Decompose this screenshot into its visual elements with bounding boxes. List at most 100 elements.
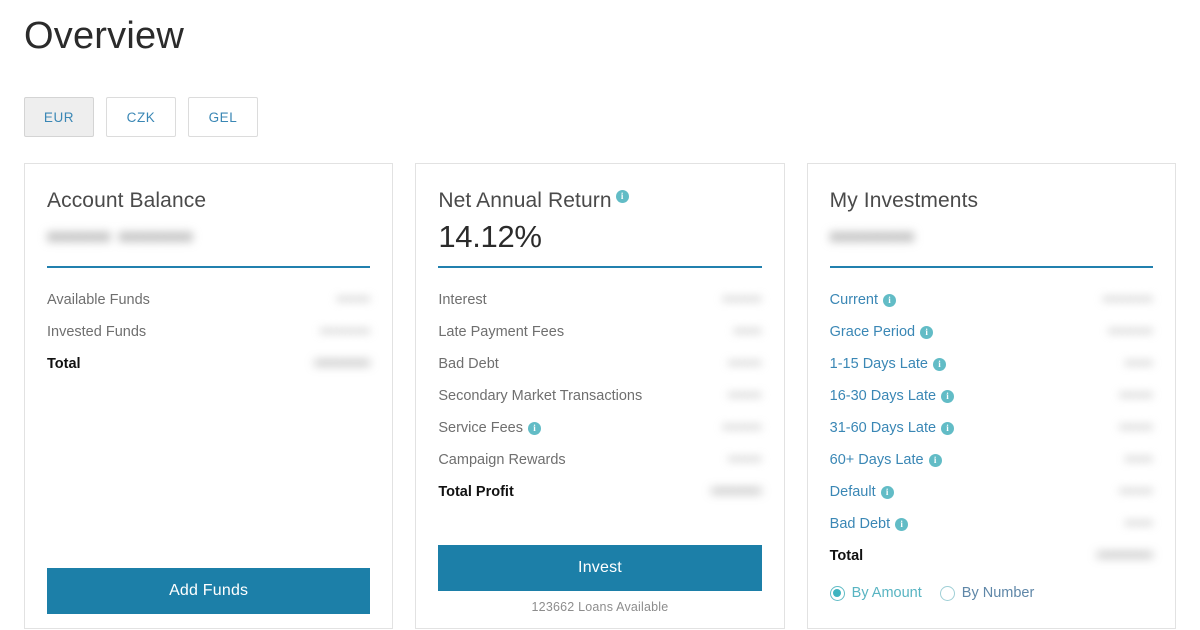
net-annual-return-rows: Interest ••••••• Late Payment Fees •••••… xyxy=(438,284,761,508)
radio-label: By Number xyxy=(961,585,1035,601)
row-label-text: 1-15 Days Late xyxy=(829,356,928,372)
radio-by-number[interactable]: By Number xyxy=(939,585,1035,601)
row-value: •••••••••• xyxy=(314,356,371,372)
info-icon[interactable]: i xyxy=(920,325,934,339)
row-value: ••••••••• xyxy=(1102,292,1153,308)
info-icon[interactable]: i xyxy=(941,389,955,403)
table-row: 16-30 Days Late i •••••• xyxy=(830,380,1153,412)
row-link-16-30-days-late[interactable]: 16-30 Days Late i xyxy=(830,388,955,404)
page-title: Overview xyxy=(24,15,184,57)
row-label-text: Current xyxy=(829,292,879,308)
info-icon[interactable]: i xyxy=(933,357,946,371)
row-link-current[interactable]: Current i xyxy=(829,292,897,308)
row-label: Interest xyxy=(438,292,487,308)
row-value: ••••••• xyxy=(722,292,762,308)
row-value: •••••••• xyxy=(1108,324,1153,340)
row-value: ••••• xyxy=(1125,516,1153,532)
info-icon[interactable]: i xyxy=(883,293,897,307)
row-value: •••••• xyxy=(1119,388,1153,404)
accent-divider xyxy=(829,266,1153,268)
card-title-text: Net Annual Return xyxy=(438,189,612,212)
row-value: ••••• xyxy=(733,324,762,340)
currency-switcher: EUR CZK GEL xyxy=(24,97,258,137)
row-label: Service Fees i xyxy=(438,420,541,436)
row-link-60-plus-days-late[interactable]: 60+ Days Late i xyxy=(830,452,942,468)
info-icon[interactable]: i xyxy=(941,421,955,435)
my-investments-rows: Current i ••••••••• Grace Period i •••••… xyxy=(830,284,1153,572)
row-value: ••••••••• xyxy=(711,484,762,500)
accent-divider xyxy=(438,266,762,268)
row-link-grace-period[interactable]: Grace Period i xyxy=(829,324,934,340)
radio-by-amount[interactable]: By Amount xyxy=(829,585,922,601)
invest-button[interactable]: Invest xyxy=(438,545,762,591)
table-row: Bad Debt •••••• xyxy=(438,348,761,380)
row-label: Available Funds xyxy=(47,292,150,308)
row-label: Bad Debt xyxy=(438,356,499,372)
row-value: •••••• xyxy=(1119,484,1153,500)
row-value: •••••• xyxy=(336,292,371,308)
row-label-text: Default xyxy=(829,484,876,500)
table-row: Campaign Rewards •••••• xyxy=(438,444,761,476)
card-account-balance: Account Balance •••••• ••••••• Available… xyxy=(24,163,394,629)
row-value: ••••• xyxy=(1125,356,1153,372)
radio-selected-icon[interactable] xyxy=(829,585,845,601)
row-label: Total Profit xyxy=(438,484,514,500)
currency-button-gel[interactable]: GEL xyxy=(188,97,258,137)
table-row: 31-60 Days Late i •••••• xyxy=(830,412,1153,444)
table-row: Interest ••••••• xyxy=(438,284,761,316)
row-link-1-15-days-late[interactable]: 1-15 Days Late i xyxy=(830,356,946,372)
card-title: Account Balance xyxy=(47,186,370,216)
row-link-bad-debt[interactable]: Bad Debt i xyxy=(830,516,909,532)
row-label: Total xyxy=(47,356,81,372)
row-value: •••••••••• xyxy=(1097,548,1153,564)
row-label-text: 60+ Days Late xyxy=(829,452,924,468)
account-balance-amount: •••••• ••••••• xyxy=(47,219,193,254)
info-icon[interactable]: i xyxy=(880,485,894,499)
add-funds-button[interactable]: Add Funds xyxy=(47,568,371,614)
currency-button-czk[interactable]: CZK xyxy=(106,97,176,137)
card-my-investments: My Investments •••••••• Current i ••••••… xyxy=(806,163,1176,629)
card-title: Net Annual Return i xyxy=(438,186,761,216)
row-label: Late Payment Fees xyxy=(438,324,565,340)
info-icon[interactable]: i xyxy=(615,190,629,203)
row-value: ••••••••• xyxy=(320,324,371,340)
my-investments-amount: •••••••• xyxy=(829,219,915,254)
row-link-default[interactable]: Default i xyxy=(830,484,894,500)
row-label-text: Grace Period xyxy=(829,324,916,340)
loans-available-note: 123662 Loans Available xyxy=(531,600,669,614)
cards-row: Account Balance •••••• ••••••• Available… xyxy=(24,163,1176,629)
row-label-text: 31-60 Days Late xyxy=(829,420,937,436)
card-title-text: Account Balance xyxy=(47,189,207,212)
row-link-31-60-days-late[interactable]: 31-60 Days Late i xyxy=(829,420,955,436)
radio-unselected-icon[interactable] xyxy=(939,585,955,601)
row-label: Campaign Rewards xyxy=(438,452,566,468)
table-row-total: Total •••••••••• xyxy=(830,540,1153,572)
table-row: Service Fees i ••••••• xyxy=(438,412,761,444)
row-label: Total xyxy=(829,548,864,564)
info-icon[interactable]: i xyxy=(527,421,541,435)
card-net-annual-return: Net Annual Return i 14.12% Interest ••••… xyxy=(415,163,785,629)
row-value: •••••• xyxy=(728,356,762,372)
investments-view-mode: By Amount By Number xyxy=(829,580,1153,606)
table-row: Current i ••••••••• xyxy=(830,284,1153,316)
row-value: ••••••• xyxy=(722,420,762,436)
table-row: Late Payment Fees ••••• xyxy=(438,316,761,348)
card-title-text: My Investments xyxy=(829,189,979,212)
info-icon[interactable]: i xyxy=(928,453,942,467)
radio-label: By Amount xyxy=(851,585,922,601)
table-row: Default i •••••• xyxy=(830,476,1153,508)
info-icon[interactable]: i xyxy=(895,517,909,531)
table-row-total: Total •••••••••• xyxy=(47,348,370,380)
currency-button-eur[interactable]: EUR xyxy=(24,97,94,137)
table-row: Available Funds •••••• xyxy=(47,284,370,316)
table-row: Secondary Market Transactions •••••• xyxy=(438,380,761,412)
row-label: Invested Funds xyxy=(47,324,147,340)
table-row-total: Total Profit ••••••••• xyxy=(438,476,761,508)
net-annual-return-value: 14.12% xyxy=(438,219,542,254)
row-value: ••••• xyxy=(1125,452,1153,468)
row-value: •••••• xyxy=(728,452,762,468)
table-row: 60+ Days Late i ••••• xyxy=(830,444,1153,476)
row-label-text: Service Fees xyxy=(438,420,523,436)
